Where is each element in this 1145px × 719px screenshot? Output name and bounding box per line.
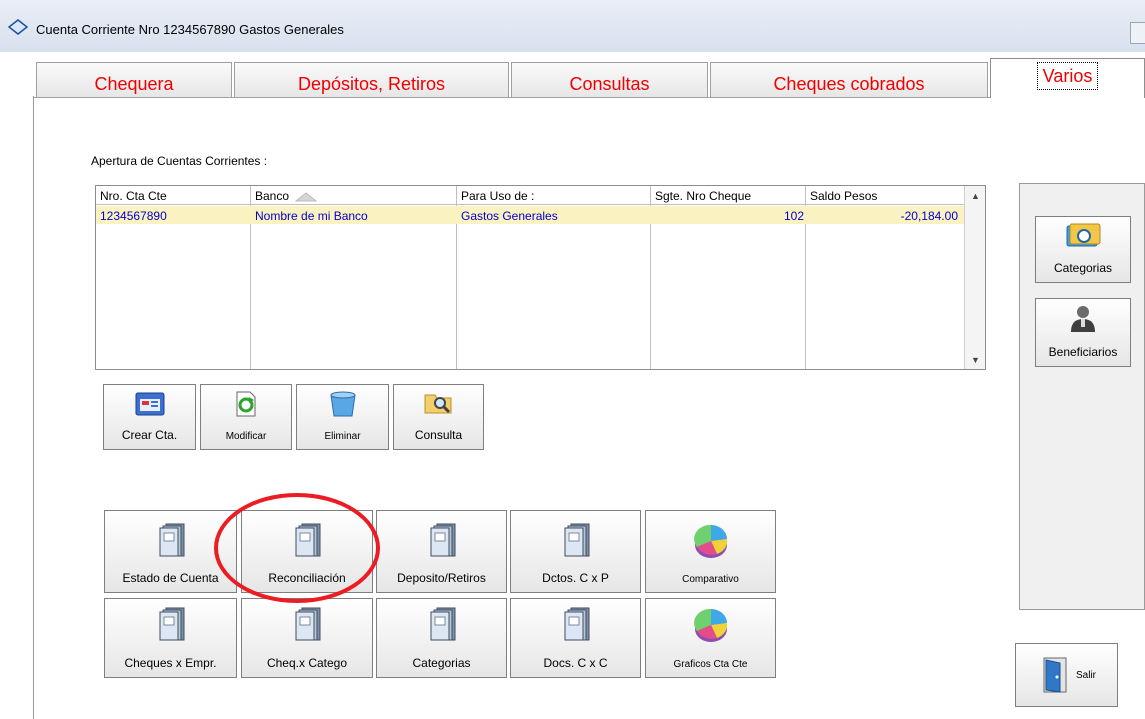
graficos-cta-cte-button[interactable]: Graficos Cta Cte xyxy=(645,598,776,678)
pie-chart-icon xyxy=(693,524,727,558)
notebook-icon xyxy=(430,523,455,557)
comparativo-button[interactable]: Comparativo xyxy=(645,510,776,593)
consulta-button[interactable]: Consulta xyxy=(393,384,484,450)
categories-icon xyxy=(1066,223,1101,247)
reconciliacion-button[interactable]: Reconciliación xyxy=(241,510,373,593)
title-bar: Cuenta Corriente Nro 1234567890 Gastos G… xyxy=(0,0,1145,52)
column-header[interactable]: Nro. Cta Cte xyxy=(100,189,167,203)
tab-consultas[interactable]: Consultas xyxy=(511,62,708,98)
column-header[interactable]: Saldo Pesos xyxy=(810,189,877,203)
table-cell: 1234567890 xyxy=(100,209,167,223)
create-account-icon xyxy=(135,392,164,416)
trash-bin-icon xyxy=(329,391,356,417)
scroll-down-icon[interactable]: ▼ xyxy=(971,355,980,365)
scroll-up-icon[interactable]: ▲ xyxy=(971,191,980,201)
tab-label: Depósitos, Retiros xyxy=(297,74,446,94)
button-label: Eliminar xyxy=(324,431,361,442)
button-label: Modificar xyxy=(225,431,267,442)
beneficiarios-button[interactable]: Beneficiarios xyxy=(1035,298,1131,367)
accounts-table[interactable]: Nro. Cta Cte Banco Para Uso de : Sgte. N… xyxy=(95,185,986,370)
table-cell: 102 xyxy=(783,209,804,223)
notebook-icon xyxy=(159,523,184,557)
notebook-icon xyxy=(430,607,455,641)
estado-de-cuenta-button[interactable]: Estado de Cuenta xyxy=(104,510,237,593)
categorias-button[interactable]: Categorias xyxy=(1035,216,1131,283)
notebook-icon xyxy=(295,523,321,557)
notebook-icon xyxy=(564,523,589,557)
button-label: Comparativo xyxy=(682,574,739,585)
app-icon xyxy=(8,19,28,35)
tab-cheques-cobrados[interactable]: Cheques cobrados xyxy=(710,62,988,98)
sort-ascending-icon xyxy=(294,192,318,202)
button-label: Crear Cta. xyxy=(121,428,178,442)
window-title: Cuenta Corriente Nro 1234567890 Gastos G… xyxy=(36,22,344,37)
column-header[interactable]: Para Uso de : xyxy=(461,189,534,203)
table-cell: -20,184.00 xyxy=(900,209,958,223)
deposito-retiros-button[interactable]: Deposito/Retiros xyxy=(376,510,507,593)
button-label: Categorias xyxy=(412,656,471,670)
button-label: Estado de Cuenta xyxy=(122,571,219,585)
refresh-document-icon xyxy=(236,391,256,417)
header-divider xyxy=(96,204,966,205)
tab-baseline xyxy=(34,97,990,98)
button-label: Beneficiarios xyxy=(1048,345,1118,359)
notebook-icon xyxy=(159,607,184,641)
button-label: Reconciliación xyxy=(268,571,346,585)
section-label: Apertura de Cuentas Corrientes : xyxy=(91,154,268,168)
window-button[interactable] xyxy=(1130,22,1145,44)
button-label: Cheques x Empr. xyxy=(124,656,217,670)
person-icon xyxy=(1071,306,1095,332)
tab-label: Chequera xyxy=(94,74,174,94)
button-label: Salir xyxy=(1076,670,1097,681)
table-cell: Gastos Generales xyxy=(461,209,558,223)
pie-chart-icon xyxy=(693,608,727,642)
vertical-scrollbar[interactable]: ▲ ▼ xyxy=(964,186,985,369)
categorias-report-button[interactable]: Categorias xyxy=(376,598,507,678)
column-header[interactable]: Banco xyxy=(255,189,318,203)
button-label: Graficos Cta Cte xyxy=(673,659,748,670)
table-header: Nro. Cta Cte Banco Para Uso de : Sgte. N… xyxy=(96,186,966,204)
column-header[interactable]: Sgte. Nro Cheque xyxy=(655,189,751,203)
cheques-x-empr-button[interactable]: Cheques x Empr. xyxy=(104,598,237,678)
dctos-cxp-button[interactable]: Dctos. C x P xyxy=(510,510,641,593)
button-label: Consulta xyxy=(414,428,463,442)
table-cell: Nombre de mi Banco xyxy=(255,209,368,223)
tab-varios[interactable]: Varios xyxy=(990,58,1145,98)
modify-button[interactable]: Modificar xyxy=(200,384,292,450)
docs-cxc-button[interactable]: Docs. C x C xyxy=(510,598,641,678)
button-label: Dctos. C x P xyxy=(542,571,609,585)
button-label: Cheq.x Catego xyxy=(266,656,348,670)
notebook-icon xyxy=(564,607,589,641)
table-row[interactable]: 1234567890 Nombre de mi Banco Gastos Gen… xyxy=(96,206,965,224)
button-label: Deposito/Retiros xyxy=(397,571,486,585)
tab-depositos-retiros[interactable]: Depósitos, Retiros xyxy=(234,62,509,98)
exit-door-icon xyxy=(1043,657,1067,693)
delete-button[interactable]: Eliminar xyxy=(296,384,389,450)
folder-search-icon xyxy=(424,394,451,414)
frame-border xyxy=(33,96,34,719)
button-label: Docs. C x C xyxy=(543,656,608,670)
tab-chequera[interactable]: Chequera xyxy=(36,62,232,98)
tab-label: Varios xyxy=(1036,62,1099,90)
column-header-label: Banco xyxy=(255,189,290,203)
cheq-x-catego-button[interactable]: Cheq.x Catego xyxy=(241,598,373,678)
create-account-button[interactable]: Crear Cta. xyxy=(103,384,196,450)
button-label: Categorias xyxy=(1053,261,1113,275)
notebook-icon xyxy=(295,607,321,641)
exit-button[interactable]: Salir xyxy=(1015,643,1118,707)
tab-label: Cheques cobrados xyxy=(773,74,925,94)
tab-label: Consultas xyxy=(569,74,650,94)
